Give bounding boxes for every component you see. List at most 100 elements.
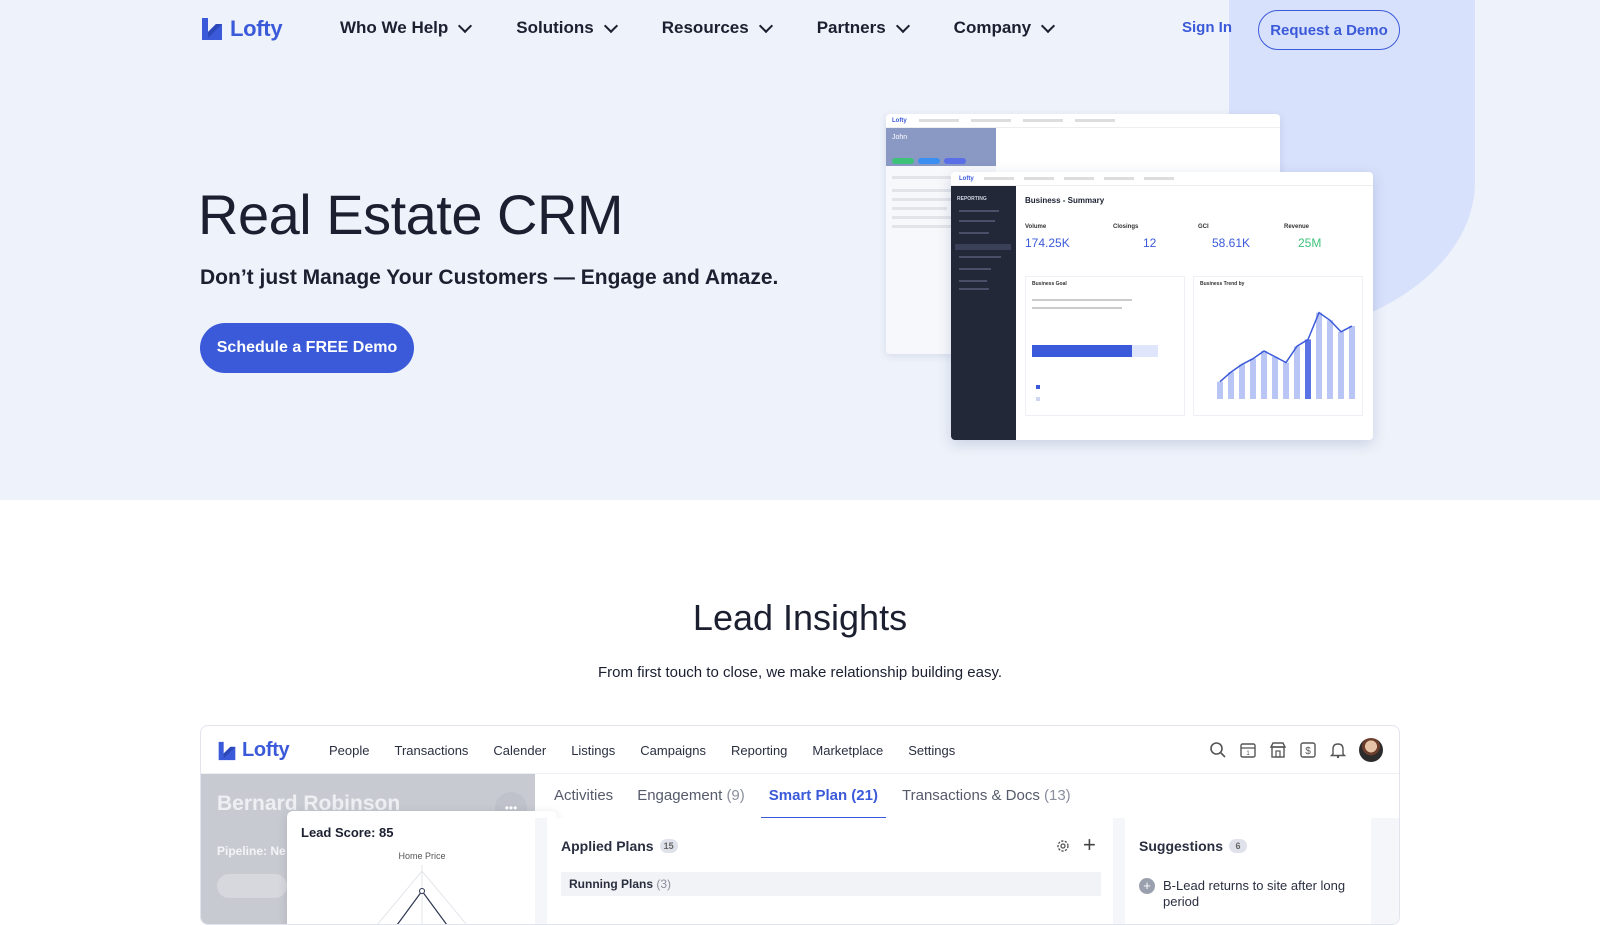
nav-solutions[interactable]: Solutions	[516, 18, 618, 38]
mock-kpi-closings: Closings 12	[1113, 224, 1193, 250]
request-demo-button[interactable]: Request a Demo	[1258, 10, 1400, 50]
tab-smart-plan[interactable]: Smart Plan (21)	[760, 774, 887, 820]
sign-in-link[interactable]: Sign In	[1182, 19, 1232, 36]
applied-plans-card: Applied Plans 15 + Running Plans (3)	[547, 818, 1113, 924]
svg-text:$: $	[1305, 746, 1311, 757]
hero-mock-reporting-screen: Lofty REPORTING Business - Summary Volum…	[951, 172, 1373, 440]
tab-engagement[interactable]: Engagement (9)	[629, 774, 753, 818]
lofty-logo-icon	[218, 741, 236, 760]
app-preview: Lofty People Transactions Calender Listi…	[200, 725, 1400, 925]
calendar-icon[interactable]: 1	[1239, 741, 1257, 759]
suggestions-count: 6	[1229, 839, 1248, 853]
mock-topbar: Lofty	[886, 114, 1280, 128]
mock-business-goal-panel: Business Goal	[1025, 276, 1185, 416]
suggestion-text: B-Lead returns to site after long period	[1163, 878, 1346, 909]
mock-topbar: Lofty	[951, 172, 1373, 186]
trend-bar	[1294, 346, 1300, 399]
running-plans-label: Running Plans	[569, 877, 653, 891]
kpi-value: 174.25K	[1025, 236, 1070, 250]
mock-logo: Lofty	[959, 175, 974, 182]
nav-label: Solutions	[516, 18, 594, 37]
mock-logo: Lofty	[892, 117, 907, 124]
mock-reporting-sidebar: REPORTING	[951, 186, 1016, 440]
tab-count: (13)	[1044, 787, 1071, 804]
mock-kpi-volume: Volume 174.25K	[1025, 224, 1105, 250]
add-circle-icon[interactable]: +	[1139, 878, 1155, 894]
mock-trend-chart	[1217, 311, 1355, 399]
kpi-value: 58.61K	[1212, 236, 1251, 250]
kpi-value: 12	[1143, 236, 1157, 250]
schedule-demo-button[interactable]: Schedule a FREE Demo	[200, 323, 414, 373]
running-plans-count: (3)	[656, 877, 672, 891]
nav-label: Resources	[661, 18, 749, 37]
tab-activities[interactable]: Activities	[546, 774, 621, 818]
trend-bar	[1272, 356, 1278, 399]
hero-section: Lofty Who We Help Solutions Resources Pa…	[0, 0, 1600, 500]
trend-bar	[1228, 372, 1234, 399]
nav-partners[interactable]: Partners	[816, 18, 910, 38]
lead-score-title: Lead Score: 85	[301, 825, 394, 840]
app-menu-campaigns[interactable]: Campaigns	[640, 743, 706, 758]
chevron-down-icon	[458, 18, 473, 33]
call-button[interactable]	[217, 874, 287, 898]
nav-label: Partners	[816, 18, 886, 37]
kpi-label: GCI	[1198, 224, 1209, 230]
mock-contact-header: John	[886, 128, 996, 166]
trend-bar	[1239, 364, 1245, 399]
chevron-down-icon	[1041, 18, 1056, 33]
app-menu-marketplace[interactable]: Marketplace	[812, 743, 883, 758]
store-icon[interactable]	[1269, 741, 1287, 759]
tab-transactions-docs[interactable]: Transactions & Docs (13)	[894, 774, 1079, 818]
trend-bar	[1316, 312, 1322, 399]
nav-company[interactable]: Company	[954, 18, 1056, 38]
lead-score-card: Lead Score: 85 Home Price	[287, 811, 557, 924]
trend-bar	[1261, 351, 1267, 399]
trend-bar	[1327, 320, 1333, 399]
app-menu-transactions[interactable]: Transactions	[394, 743, 468, 758]
logo[interactable]: Lofty	[200, 16, 283, 42]
chevron-down-icon	[895, 18, 910, 33]
app-logo[interactable]: Lofty	[217, 739, 290, 762]
suggestions-card: Suggestions 6 + B-Lead returns to site a…	[1125, 818, 1371, 924]
tab-content: Applied Plans 15 + Running Plans (3) Sug…	[535, 818, 1399, 924]
suggestion-item[interactable]: + B-Lead returns to site after long peri…	[1139, 878, 1359, 910]
mock-contact-name: John	[892, 134, 908, 141]
bell-icon[interactable]	[1329, 741, 1347, 759]
user-avatar[interactable]	[1359, 738, 1383, 762]
add-plan-icon[interactable]: +	[1083, 834, 1096, 856]
chevron-down-icon	[603, 18, 618, 33]
suggestions-heading: Suggestions 6	[1139, 838, 1248, 854]
running-plans-row[interactable]: Running Plans (3)	[561, 872, 1101, 896]
mock-trend-title: Business Trend by	[1200, 281, 1245, 287]
mock-sidebar-heading: REPORTING	[957, 196, 987, 202]
trend-bar	[1217, 381, 1223, 399]
app-menu-reporting[interactable]: Reporting	[731, 743, 787, 758]
nav-resources[interactable]: Resources	[661, 18, 773, 38]
logo-text: Lofty	[230, 16, 283, 41]
lead-score-radar	[377, 865, 467, 924]
lead-tabs: Activities Engagement (9) Smart Plan (21…	[546, 774, 1087, 820]
hero-title: Real Estate CRM	[198, 183, 624, 246]
tab-label: Engagement	[637, 787, 723, 804]
kpi-label: Volume	[1025, 224, 1047, 230]
nav-menu: Who We Help Solutions Resources Partners…	[340, 18, 1056, 38]
app-menu-calender[interactable]: Calender	[493, 743, 546, 758]
kpi-label: Closings	[1113, 224, 1139, 230]
nav-who-we-help[interactable]: Who We Help	[340, 18, 473, 38]
tab-label: Transactions & Docs	[902, 787, 1040, 804]
gear-icon[interactable]	[1055, 838, 1071, 854]
kpi-label: Revenue	[1284, 224, 1310, 230]
lofty-logo-icon	[202, 18, 222, 40]
trend-bar	[1338, 331, 1344, 399]
app-menu-people[interactable]: People	[329, 743, 369, 758]
radar-axis-label: Home Price	[398, 851, 446, 861]
tab-count: (9)	[726, 787, 745, 804]
app-menu-settings[interactable]: Settings	[908, 743, 955, 758]
trend-bar	[1250, 358, 1256, 399]
dollar-icon[interactable]: $	[1299, 741, 1317, 759]
mock-business-trend-panel: Business Trend by	[1193, 276, 1363, 416]
app-menu-listings[interactable]: Listings	[571, 743, 615, 758]
trend-bar	[1283, 362, 1289, 399]
search-icon[interactable]	[1209, 741, 1227, 759]
hero-subtitle: Don’t just Manage Your Customers — Engag…	[200, 266, 779, 289]
